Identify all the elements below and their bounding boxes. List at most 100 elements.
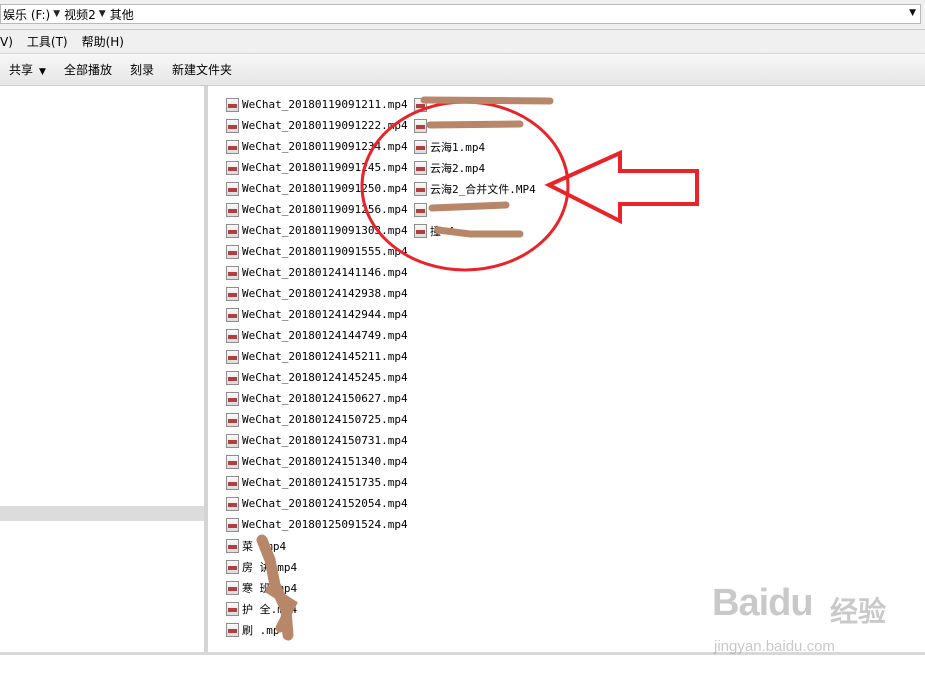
- file-item[interactable]: WeChat_20180119091222.mp4: [226, 115, 408, 136]
- file-name: 云海2_合并文件.MP4: [430, 182, 536, 196]
- file-name: 菜 .mp4: [242, 539, 287, 553]
- file-name: WeChat_20180124151340.mp4: [242, 455, 408, 468]
- file-name: WeChat_20180124141146.mp4: [242, 266, 408, 279]
- share-dropdown-icon: ▼: [39, 67, 46, 77]
- file-item[interactable]: [414, 94, 536, 115]
- file-item[interactable]: WeChat_20180124141146.mp4: [226, 262, 408, 283]
- play-all-button[interactable]: 全部播放: [64, 61, 112, 78]
- file-item[interactable]: 护 全.mp4: [226, 598, 408, 619]
- file-name: 刷 .mp4: [242, 623, 287, 637]
- file-item[interactable]: WeChat_20180124150731.mp4: [226, 430, 408, 451]
- video-file-icon: [414, 118, 427, 133]
- video-file-icon: [226, 475, 239, 490]
- video-file-icon: [414, 202, 427, 217]
- file-item[interactable]: 菜 .mp4: [226, 535, 408, 556]
- file-name: WeChat_20180119091303.mp4: [242, 224, 408, 237]
- watermark-url: jingyan.baidu.com: [714, 638, 835, 655]
- video-file-icon: [226, 559, 239, 574]
- share-button[interactable]: 共享 ▼: [9, 61, 46, 78]
- file-name: WeChat_20180119091222.mp4: [242, 119, 408, 132]
- menu-view[interactable]: V): [0, 35, 13, 49]
- breadcrumb-arrow-icon[interactable]: ▼: [53, 9, 60, 19]
- address-dropdown-icon[interactable]: ▼: [909, 8, 916, 18]
- file-name: WeChat_20180119091211.mp4: [242, 98, 408, 111]
- video-file-icon: [226, 496, 239, 511]
- navigation-pane[interactable]: [0, 86, 204, 652]
- video-file-icon: [414, 181, 427, 196]
- file-item[interactable]: 云海2_合并文件.MP4: [414, 178, 536, 199]
- burn-button[interactable]: 刻录: [130, 61, 154, 78]
- file-name: WeChat_20180119091234.mp4: [242, 140, 408, 153]
- share-label: 共享: [9, 63, 34, 77]
- video-file-icon: [226, 244, 239, 259]
- video-file-icon: [226, 223, 239, 238]
- file-name: WeChat_20180119091250.mp4: [242, 182, 408, 195]
- menu-bar: V) 工具(T) 帮助(H): [0, 30, 925, 54]
- video-file-icon: [226, 202, 239, 217]
- menu-tools[interactable]: 工具(T): [27, 33, 68, 50]
- video-file-icon: [226, 181, 239, 196]
- file-column-1: WeChat_20180119091211.mp4 WeChat_20180119…: [226, 94, 408, 640]
- file-name: 房 讲.mp4: [242, 560, 298, 574]
- file-item[interactable]: 房 讲.mp4: [226, 556, 408, 577]
- file-name: WeChat_20180124150731.mp4: [242, 434, 408, 447]
- file-list-area[interactable]: WeChat_20180119091211.mp4 WeChat_20180119…: [208, 86, 925, 652]
- breadcrumb-drive[interactable]: 娱乐 (F:): [3, 6, 50, 23]
- file-name: WeChat_20180124150725.mp4: [242, 413, 408, 426]
- video-file-icon: [226, 580, 239, 595]
- video-file-icon: [226, 538, 239, 553]
- file-item[interactable]: 寒 班.mp4: [226, 577, 408, 598]
- file-item[interactable]: WeChat_20180119091211.mp4: [226, 94, 408, 115]
- file-name: WeChat_20180124150627.mp4: [242, 392, 408, 405]
- video-file-icon: [226, 601, 239, 616]
- file-item[interactable]: WeChat_20180119091555.mp4: [226, 241, 408, 262]
- file-item[interactable]: WeChat_20180124152054.mp4: [226, 493, 408, 514]
- file-name: WeChat_20180125091524.mp4: [242, 518, 408, 531]
- file-item[interactable]: WeChat_20180119091234.mp4: [226, 136, 408, 157]
- breadcrumb-current[interactable]: 其他: [110, 6, 134, 23]
- file-name: 护 全.mp4: [242, 602, 298, 616]
- file-item[interactable]: WeChat_20180119091256.mp4: [226, 199, 408, 220]
- video-file-icon: [226, 160, 239, 175]
- video-file-icon: [226, 391, 239, 406]
- file-item[interactable]: [414, 199, 536, 220]
- file-item[interactable]: WeChat_20180119091245.mp4: [226, 157, 408, 178]
- address-field[interactable]: 娱乐 (F:) ▼ 视频2 ▼ 其他 ▼: [0, 4, 921, 24]
- file-item[interactable]: [414, 115, 536, 136]
- file-column-2: 云海1.mp4 云海2.mp4 云海2_合并文件.MP4 撞 4: [414, 94, 536, 241]
- file-item[interactable]: WeChat_20180124145211.mp4: [226, 346, 408, 367]
- file-name: WeChat_20180124145245.mp4: [242, 371, 408, 384]
- baidu-watermark: Baidu 经验 jingyan.baidu.com: [712, 582, 922, 662]
- breadcrumb-arrow-icon[interactable]: ▼: [99, 9, 106, 19]
- file-item[interactable]: 撞 4: [414, 220, 536, 241]
- video-file-icon: [226, 328, 239, 343]
- file-item[interactable]: WeChat_20180119091303.mp4: [226, 220, 408, 241]
- file-item[interactable]: 云海2.mp4: [414, 157, 536, 178]
- file-item[interactable]: WeChat_20180124144749.mp4: [226, 325, 408, 346]
- file-item[interactable]: WeChat_20180124142944.mp4: [226, 304, 408, 325]
- video-file-icon: [414, 97, 427, 112]
- video-file-icon: [226, 139, 239, 154]
- file-item[interactable]: WeChat_20180124145245.mp4: [226, 367, 408, 388]
- video-file-icon: [226, 307, 239, 322]
- file-name: 云海1.mp4: [430, 140, 486, 154]
- file-item[interactable]: WeChat_20180125091524.mp4: [226, 514, 408, 535]
- breadcrumb-folder[interactable]: 视频2: [64, 6, 96, 23]
- file-item[interactable]: WeChat_20180124151735.mp4: [226, 472, 408, 493]
- file-item[interactable]: WeChat_20180124151340.mp4: [226, 451, 408, 472]
- file-item[interactable]: WeChat_20180124150725.mp4: [226, 409, 408, 430]
- file-name: WeChat_20180124144749.mp4: [242, 329, 408, 342]
- file-item[interactable]: 云海1.mp4: [414, 136, 536, 157]
- file-item[interactable]: WeChat_20180124142938.mp4: [226, 283, 408, 304]
- file-item[interactable]: WeChat_20180119091250.mp4: [226, 178, 408, 199]
- video-file-icon: [226, 97, 239, 112]
- video-file-icon: [226, 622, 239, 637]
- video-file-icon: [414, 139, 427, 154]
- menu-help[interactable]: 帮助(H): [82, 33, 124, 50]
- file-item[interactable]: WeChat_20180124150627.mp4: [226, 388, 408, 409]
- file-name: WeChat_20180119091555.mp4: [242, 245, 408, 258]
- nav-pane-divider: [0, 506, 204, 521]
- file-item[interactable]: 刷 .mp4: [226, 619, 408, 640]
- video-file-icon: [226, 286, 239, 301]
- new-folder-button[interactable]: 新建文件夹: [172, 61, 232, 78]
